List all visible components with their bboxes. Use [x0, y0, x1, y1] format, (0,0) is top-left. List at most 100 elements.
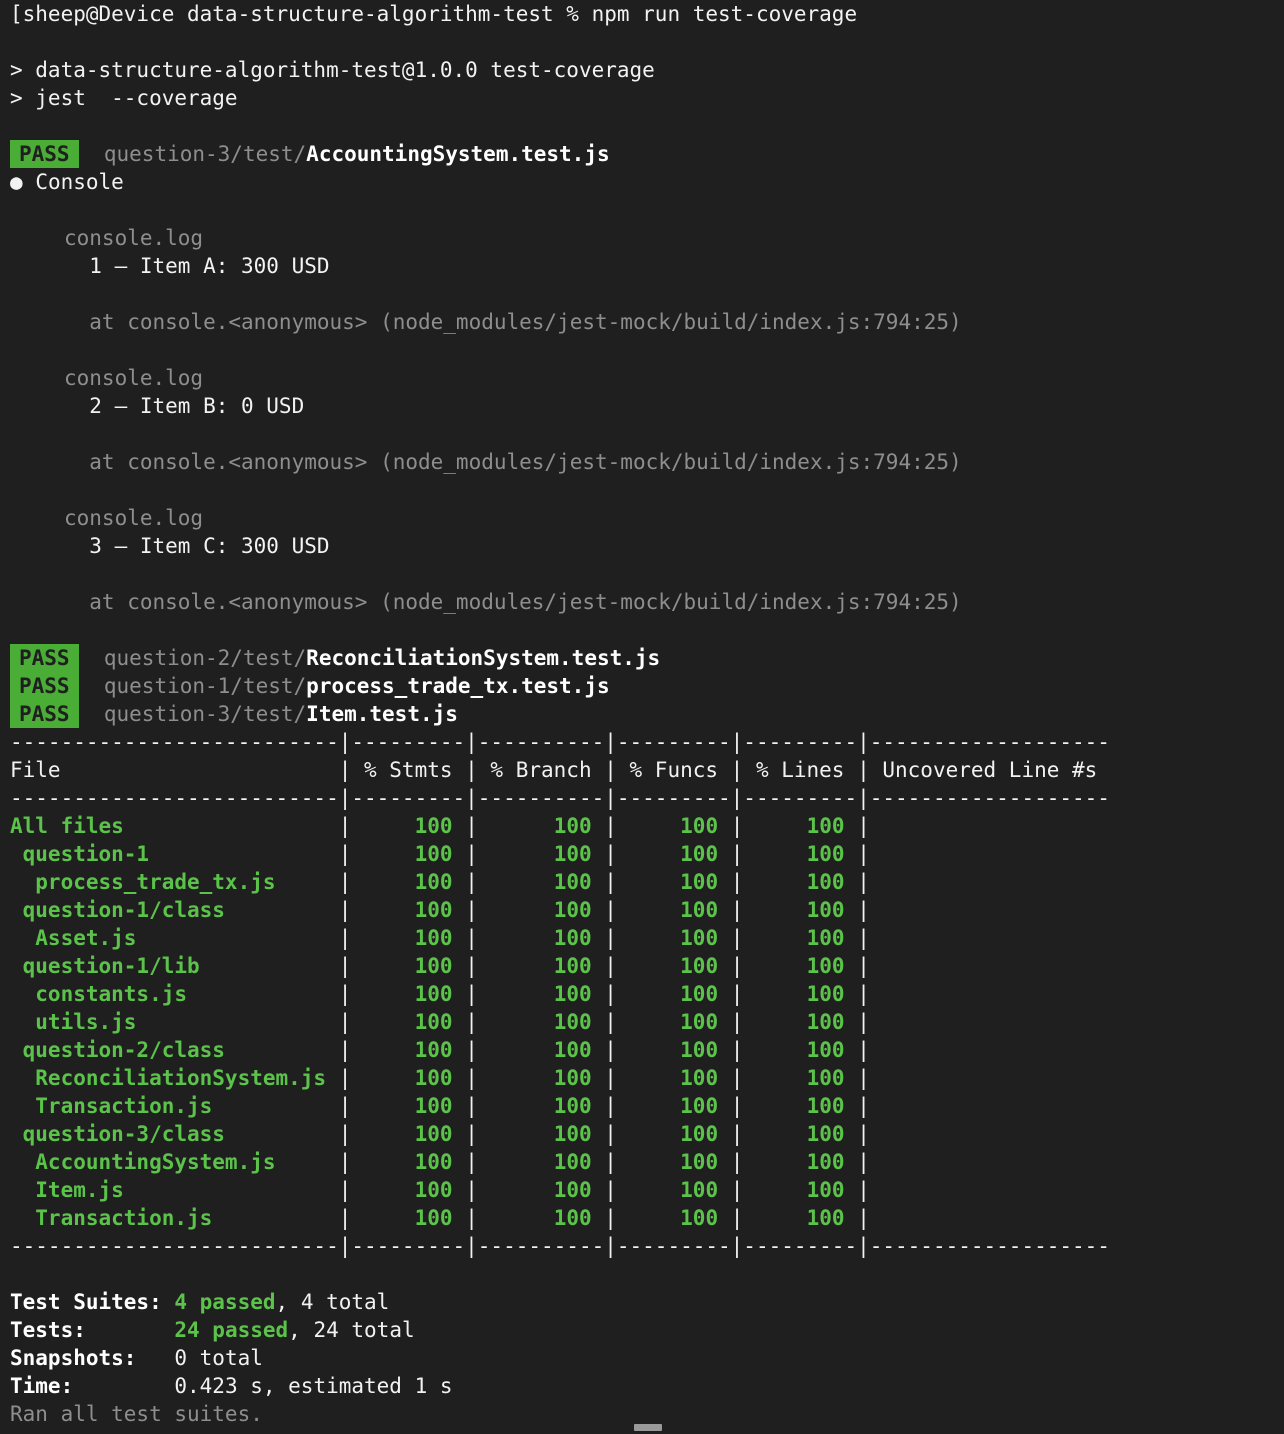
console-log-trace: at console.<anonymous> (node_modules/jes…: [64, 450, 962, 474]
table-column-divider: |: [604, 1066, 617, 1090]
pass-badge: PASS: [10, 672, 79, 700]
table-row: ReconciliationSystem.js | 100 | 100 | 10…: [0, 1064, 1284, 1092]
table-cell-branch: 100: [477, 1178, 605, 1202]
table-cell-branch: 100: [477, 814, 605, 838]
table-column-divider: |: [857, 1150, 870, 1174]
table-column-divider: |: [338, 926, 352, 950]
table-column-divider: |: [338, 1094, 352, 1118]
table-cell-lines: 100: [743, 1094, 858, 1118]
table-cell-funcs: 100: [616, 982, 731, 1006]
table-column-divider: |: [730, 1010, 744, 1034]
pass-badge: PASS: [10, 700, 79, 728]
table-cell-file: Item.js: [10, 1178, 339, 1202]
table-column-divider: |: [857, 1038, 870, 1062]
table-column-divider: |: [857, 1066, 870, 1090]
pass-badge: PASS: [10, 140, 79, 168]
table-column-divider: |: [730, 1038, 744, 1062]
table-column-divider: |: [604, 1038, 617, 1062]
table-column-divider: |: [730, 814, 744, 838]
npm-command-line: > jest --coverage: [10, 86, 238, 110]
table-cell-stmts: 100: [351, 926, 466, 950]
horizontal-scrollbar[interactable]: [634, 1424, 662, 1431]
table-cell-funcs: 100: [616, 1010, 731, 1034]
table-cell-uncovered: [870, 842, 1110, 866]
table-cell-lines: 100: [743, 814, 858, 838]
table-row: constants.js | 100 | 100 | 100 | 100 |: [0, 980, 1284, 1008]
table-column-divider: |: [730, 1178, 744, 1202]
table-cell-lines: 100: [743, 954, 858, 978]
table-row: question-1/class | 100 | 100 | 100 | 100…: [0, 896, 1284, 924]
table-separator: --------------------------|---------|---…: [10, 786, 1110, 810]
table-cell-uncovered: [870, 1038, 1110, 1062]
summary-tests-row: Tests: 24 passed, 24 total: [0, 1316, 1284, 1344]
pass-badge: PASS: [10, 644, 79, 672]
table-row: Item.js | 100 | 100 | 100 | 100 |: [0, 1176, 1284, 1204]
table-cell-file: process_trade_tx.js: [10, 870, 339, 894]
table-column-divider: |: [857, 1206, 870, 1230]
table-column-divider: |: [604, 1094, 617, 1118]
table-column-divider: |: [857, 870, 870, 894]
table-row: All files | 100 | 100 | 100 | 100 |: [0, 812, 1284, 840]
table-column-divider: |: [857, 1178, 870, 1202]
table-column-divider: |: [604, 842, 617, 866]
table-column-divider: |: [465, 1206, 478, 1230]
summary-value: 0 total: [174, 1346, 263, 1370]
table-cell-stmts: 100: [351, 1010, 466, 1034]
test-suite-result-row: PASS question-3/test/Item.test.js: [0, 700, 1284, 728]
table-column-divider: |: [857, 954, 870, 978]
table-column-divider: |: [857, 1094, 870, 1118]
table-cell-funcs: 100: [616, 814, 731, 838]
console-log-group: console.log 1 – Item A: 300 USD at conso…: [0, 224, 1284, 364]
table-row: Transaction.js | 100 | 100 | 100 | 100 |: [0, 1092, 1284, 1120]
table-cell-branch: 100: [477, 870, 605, 894]
table-column-divider: |: [857, 814, 870, 838]
table-column-divider: |: [730, 842, 744, 866]
table-cell-uncovered: [870, 982, 1110, 1006]
table-cell-funcs: 100: [616, 1094, 731, 1118]
table-cell-funcs: 100: [616, 1038, 731, 1062]
table-column-divider: |: [730, 1122, 744, 1146]
table-column-divider: |: [857, 982, 870, 1006]
table-column-divider: |: [465, 1122, 478, 1146]
table-column-divider: |: [465, 1094, 478, 1118]
table-column-divider: |: [465, 870, 478, 894]
table-cell-lines: 100: [743, 1178, 858, 1202]
table-cell-branch: 100: [477, 1206, 605, 1230]
table-column-divider: |: [338, 814, 352, 838]
table-cell-branch: 100: [477, 1066, 605, 1090]
table-column-divider: |: [465, 1038, 478, 1062]
table-cell-funcs: 100: [616, 1066, 731, 1090]
table-cell-file: Transaction.js: [10, 1094, 339, 1118]
table-cell-uncovered: [870, 926, 1110, 950]
table-cell-funcs: 100: [616, 1178, 731, 1202]
console-log-trace: at console.<anonymous> (node_modules/jes…: [64, 310, 962, 334]
table-column-divider: |: [604, 898, 617, 922]
console-log-label: console.log: [64, 366, 204, 390]
table-column-divider: |: [465, 954, 478, 978]
summary-test-suites-row: Test Suites: 4 passed, 4 total: [0, 1288, 1284, 1316]
table-cell-funcs: 100: [616, 926, 731, 950]
table-column-divider: |: [604, 954, 617, 978]
table-cell-branch: 100: [477, 1010, 605, 1034]
table-column-divider: |: [857, 842, 870, 866]
table-cell-file: ReconciliationSystem.js: [10, 1066, 339, 1090]
terminal-window: [sheep@Device data-structure-algorithm-t…: [0, 0, 1284, 1434]
table-column-divider: |: [604, 1178, 617, 1202]
table-cell-lines: 100: [743, 1150, 858, 1174]
table-row: process_trade_tx.js | 100 | 100 | 100 | …: [0, 868, 1284, 896]
table-cell-branch: 100: [477, 982, 605, 1006]
console-log-label: console.log: [64, 226, 204, 250]
table-row: Asset.js | 100 | 100 | 100 | 100 |: [0, 924, 1284, 952]
table-cell-lines: 100: [743, 926, 858, 950]
coverage-table: --------------------------|---------|---…: [0, 728, 1284, 1260]
suite-filename: process_trade_tx.test.js: [306, 674, 610, 698]
table-column-divider: |: [604, 870, 617, 894]
table-column-divider: |: [465, 926, 478, 950]
table-cell-file: utils.js: [10, 1010, 339, 1034]
table-column-divider: |: [338, 1178, 352, 1202]
table-cell-lines: 100: [743, 1066, 858, 1090]
